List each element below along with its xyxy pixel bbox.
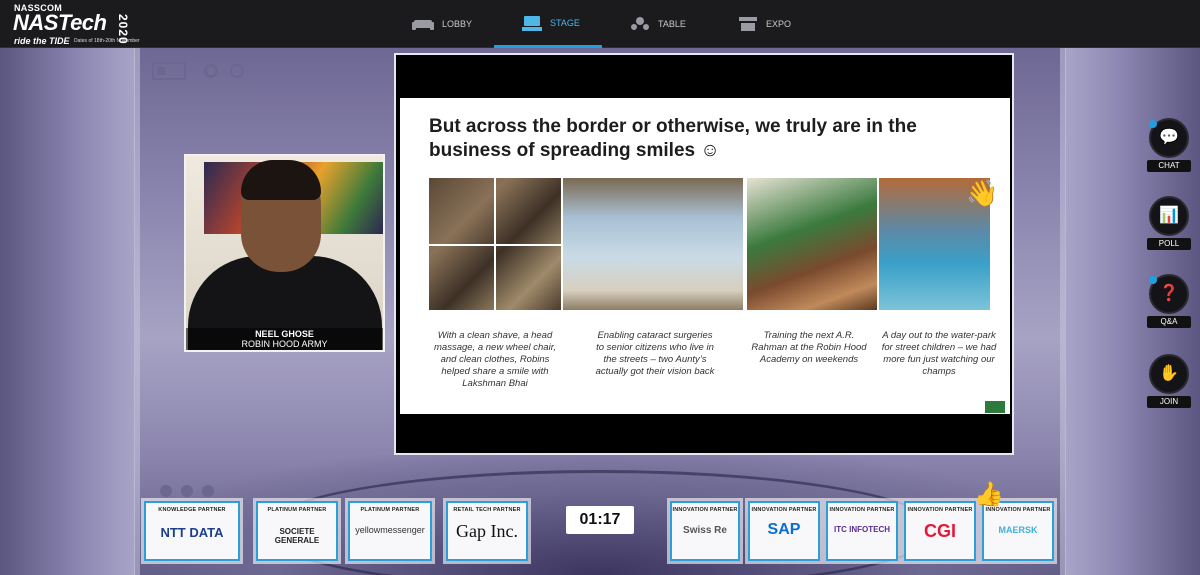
qna-button[interactable]: ❓ Q&A	[1147, 274, 1191, 330]
logo-event: NASTech	[13, 10, 107, 35]
presenter-name: NEEL GHOSE	[255, 329, 314, 339]
qna-notification-dot	[1149, 276, 1157, 284]
sponsor-ntt-data[interactable]: KNOWLEDGE PARTNER NTT DATA	[144, 501, 240, 561]
slide: But across the border or otherwise, we t…	[400, 98, 1010, 414]
chat-label: CHAT	[1147, 160, 1191, 172]
slide-caption-1: With a clean shave, a head massage, a ne…	[434, 330, 556, 389]
sponsor-brand: Gap Inc.	[456, 521, 518, 541]
presenter-org: ROBIN HOOD ARMY	[241, 339, 328, 349]
top-bar: NASSCOM NASTech 2020 ride the TIDE Dates…	[0, 0, 1200, 48]
sponsor-gap-inc[interactable]: RETAIL TECH PARTNER Gap Inc.	[446, 501, 528, 561]
slide-photo-drum	[747, 178, 877, 310]
sponsor-sap[interactable]: INNOVATION PARTNER SAP	[748, 501, 820, 561]
sofa-icon	[412, 20, 434, 30]
raise-hand-icon: ✋	[1159, 365, 1179, 382]
sponsor-brand: MAERSK	[998, 525, 1038, 535]
sponsor-brand: NTT DATA	[160, 525, 224, 540]
sponsor-tier: PLATINUM PARTNER	[360, 507, 420, 513]
sponsor-tier: PLATINUM PARTNER	[267, 507, 327, 513]
chat-notification-dot	[1149, 120, 1157, 128]
poll-label: POLL	[1147, 238, 1191, 250]
stage-wall-left	[0, 48, 135, 575]
battery-icon	[152, 62, 186, 80]
sponsor-yellowmessenger[interactable]: PLATINUM PARTNER yellowmessenger	[348, 501, 432, 561]
slide-caption-3: Training the next A.R. Rahman at the Rob…	[751, 330, 867, 365]
nav-expo[interactable]: EXPO	[738, 0, 791, 48]
slide-caption-2: Enabling cataract surgeries to senior ci…	[595, 330, 715, 377]
sponsor-tier: INNOVATION PARTNER	[751, 507, 817, 513]
presenter-video: NEEL GHOSE ROBIN HOOD ARMY	[184, 154, 385, 352]
thumbs-up-reaction-icon[interactable]: 👍	[974, 480, 1004, 509]
stage-icon	[522, 15, 542, 31]
nav-lobby-label: LOBBY	[442, 19, 473, 29]
sponsor-brand: yellowmessenger	[355, 525, 425, 535]
slide-caption-4: A day out to the water-park for street c…	[881, 330, 997, 377]
nav-stage[interactable]: STAGE	[494, 0, 602, 48]
sponsor-tier: INNOVATION PARTNER	[829, 507, 895, 513]
sponsor-brand: CGI	[923, 521, 956, 541]
slide-logo	[985, 401, 1005, 413]
sponsor-swiss-re[interactable]: INNOVATION PARTNER Swiss Re	[670, 501, 740, 561]
nav-table[interactable]: TABLE	[630, 0, 686, 48]
presenter-caption: NEEL GHOSE ROBIN HOOD ARMY	[186, 328, 383, 350]
qna-label: Q&A	[1147, 316, 1191, 328]
stage-decor-dots	[160, 484, 223, 502]
sponsor-societe-generale[interactable]: PLATINUM PARTNER SOCIETE GENERALE	[256, 501, 338, 561]
sponsor-tier: INNOVATION PARTNER	[907, 507, 973, 513]
slide-photo-cataract	[563, 178, 743, 310]
globe-icon	[230, 64, 244, 78]
sponsor-brand: ITC INFOTECH	[834, 525, 890, 534]
nav-lobby[interactable]: LOBBY	[412, 0, 472, 48]
presentation-screen: But across the border or otherwise, we t…	[394, 53, 1014, 455]
session-timer: 01:17	[566, 506, 634, 534]
nav-expo-label: EXPO	[766, 19, 792, 29]
record-icon	[204, 64, 218, 78]
slide-photo-wheelchair	[429, 178, 561, 310]
wave-reaction-icon: 👋	[966, 178, 999, 208]
join-label: JOIN	[1147, 396, 1191, 408]
sponsor-cgi[interactable]: INNOVATION PARTNER CGI	[904, 501, 976, 561]
sponsor-maersk[interactable]: INNOVATION PARTNER MAERSK	[982, 501, 1054, 561]
slide-title: But across the border or otherwise, we t…	[429, 116, 917, 161]
booth-icon	[739, 17, 757, 31]
stage-frame-right	[1060, 48, 1066, 575]
event-logo: NASSCOM NASTech 2020 ride the TIDE Dates…	[10, 2, 150, 46]
table-icon	[631, 17, 649, 30]
nav-table-label: TABLE	[658, 19, 686, 29]
poll-button[interactable]: 📊 POLL	[1147, 196, 1191, 252]
sponsor-tier: INNOVATION PARTNER	[672, 507, 738, 513]
sponsor-itc-infotech[interactable]: INNOVATION PARTNER ITC INFOTECH	[826, 501, 898, 561]
poll-icon: 📊	[1159, 207, 1179, 224]
sponsor-brand: Swiss Re	[683, 525, 727, 536]
logo-tagline: ride the TIDE	[14, 36, 70, 46]
logo-dates: Dates of 18th-20th November	[74, 38, 140, 44]
sponsor-tier: KNOWLEDGE PARTNER	[158, 507, 226, 513]
sponsor-tier: RETAIL TECH PARTNER	[453, 507, 521, 513]
join-button[interactable]: ✋ JOIN	[1147, 354, 1191, 410]
nav-stage-label: STAGE	[550, 17, 580, 28]
chat-button[interactable]: 💬 CHAT	[1147, 118, 1191, 174]
sponsor-brand: SAP	[767, 521, 801, 538]
sponsor-brand: SOCIETE GENERALE	[274, 527, 320, 545]
